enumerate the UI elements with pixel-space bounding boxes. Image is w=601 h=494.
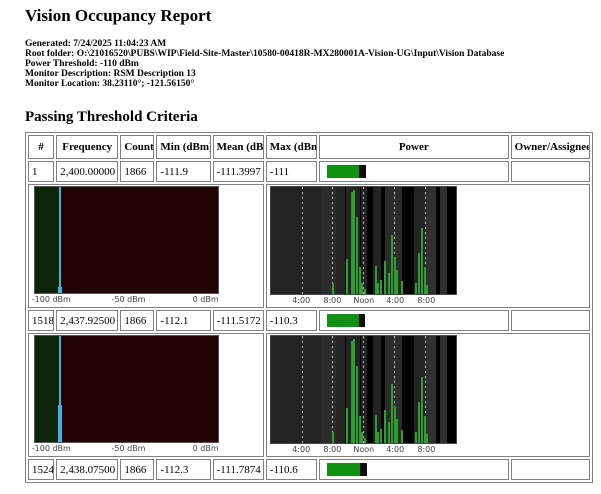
cell-min: -112.3 bbox=[156, 459, 211, 480]
page-title: Vision Occupancy Report bbox=[25, 6, 212, 25]
table-row: 1524 2,438.07500 1866 -112.3 -111.7874 -… bbox=[28, 459, 590, 480]
cell-num: 1518 bbox=[28, 310, 55, 331]
power-bar bbox=[326, 165, 505, 178]
cell-count: 1866 bbox=[120, 310, 155, 331]
cell-frequency: 2,400.00000 bbox=[56, 161, 119, 182]
cell-owner bbox=[510, 459, 590, 480]
meta-line-monitor-description: Monitor Description: RSM Description 13 bbox=[25, 69, 196, 79]
power-histogram-cell: -100 dBm -50 dBm 0 dBm bbox=[28, 333, 264, 457]
cell-num: 1524 bbox=[28, 459, 55, 480]
chart-row: -100 dBm -50 dBm 0 dBm 4:00 8:00 Noon 4:00 8:0… bbox=[28, 333, 590, 457]
cell-owner bbox=[510, 161, 590, 182]
cell-power bbox=[318, 161, 509, 182]
col-header-owner: Owner/Assignee bbox=[510, 135, 590, 159]
power-bar bbox=[326, 314, 505, 327]
cell-num: 1 bbox=[28, 161, 55, 182]
col-header-power: Power bbox=[318, 135, 509, 159]
col-header-num: # bbox=[28, 135, 55, 159]
cell-mean: -111.5172 bbox=[212, 310, 264, 331]
cell-frequency: 2,438.07500 bbox=[56, 459, 119, 480]
col-header-count: Count bbox=[120, 135, 155, 159]
power-bar-green bbox=[326, 165, 359, 178]
table-row: 1 2,400.00000 1866 -111.9 -111.3997 -111 bbox=[28, 161, 590, 182]
section-heading: Passing Threshold Criteria bbox=[25, 109, 198, 125]
table-header-row: # Frequency Count Min (dBm) Mean (dBm) M… bbox=[28, 135, 590, 159]
cell-min: -112.1 bbox=[156, 310, 211, 331]
time-histogram-chart: 4:00 8:00 Noon 4:00 8:00 bbox=[269, 335, 458, 456]
power-histogram-cell: -100 dBm -50 dBm 0 dBm bbox=[28, 184, 264, 308]
cell-max: -110.6 bbox=[265, 459, 317, 480]
meta-line-generated: Generated: 7/24/2025 11:04:23 AM bbox=[25, 39, 167, 49]
meta-line-root-folder: Root folder: O:\21016520\PUBS\WIP\Field-… bbox=[25, 49, 505, 59]
occupancy-table: # Frequency Count Min (dBm) Mean (dBm) M… bbox=[25, 132, 593, 483]
cell-count: 1866 bbox=[120, 161, 155, 182]
cell-power bbox=[318, 459, 509, 480]
time-histogram-cell: 4:00 8:00 Noon 4:00 8:00 bbox=[265, 333, 590, 457]
cell-frequency: 2,437.92500 bbox=[56, 310, 119, 331]
meta-line-monitor-location: Monitor Location: 38.23110°; -121.56150° bbox=[25, 79, 195, 89]
power-bar-tip bbox=[358, 314, 365, 327]
cell-power bbox=[318, 310, 509, 331]
cell-mean: -111.7874 bbox=[212, 459, 264, 480]
report-page: Vision Occupancy Report Generated: 7/24/… bbox=[0, 0, 601, 483]
power-bar-tip bbox=[358, 165, 366, 178]
cell-mean: -111.3997 bbox=[212, 161, 264, 182]
meta-line-power-threshold: Power Threshold: -110 dBm bbox=[25, 59, 139, 69]
power-bar-green bbox=[326, 314, 359, 327]
time-histogram-cell: 4:00 8:00 Noon 4:00 8:00 bbox=[265, 184, 590, 308]
cell-max: -111 bbox=[265, 161, 317, 182]
power-bar bbox=[326, 463, 505, 476]
col-header-frequency: Frequency bbox=[56, 135, 119, 159]
report-metadata: Generated: 7/24/2025 11:04:23 AM Root fo… bbox=[25, 39, 591, 89]
col-header-max: Max (dBm) bbox=[265, 135, 317, 159]
table-row: 1518 2,437.92500 1866 -112.1 -111.5172 -… bbox=[28, 310, 590, 331]
power-histogram-chart: -100 dBm -50 dBm 0 dBm bbox=[32, 335, 220, 455]
cell-count: 1866 bbox=[120, 459, 155, 480]
col-header-min: Min (dBm) bbox=[156, 135, 211, 159]
cell-max: -110.3 bbox=[265, 310, 317, 331]
time-histogram-chart: 4:00 8:00 Noon 4:00 8:00 bbox=[269, 186, 458, 307]
power-bar-tip bbox=[359, 463, 367, 476]
cell-min: -111.9 bbox=[156, 161, 211, 182]
chart-row: -100 dBm -50 dBm 0 dBm 4:00 8:00 Noon 4:00 8:0… bbox=[28, 184, 590, 308]
power-histogram-chart: -100 dBm -50 dBm 0 dBm bbox=[32, 186, 220, 306]
cell-owner bbox=[510, 310, 590, 331]
power-bar-green bbox=[326, 463, 360, 476]
col-header-mean: Mean (dBm) bbox=[212, 135, 264, 159]
